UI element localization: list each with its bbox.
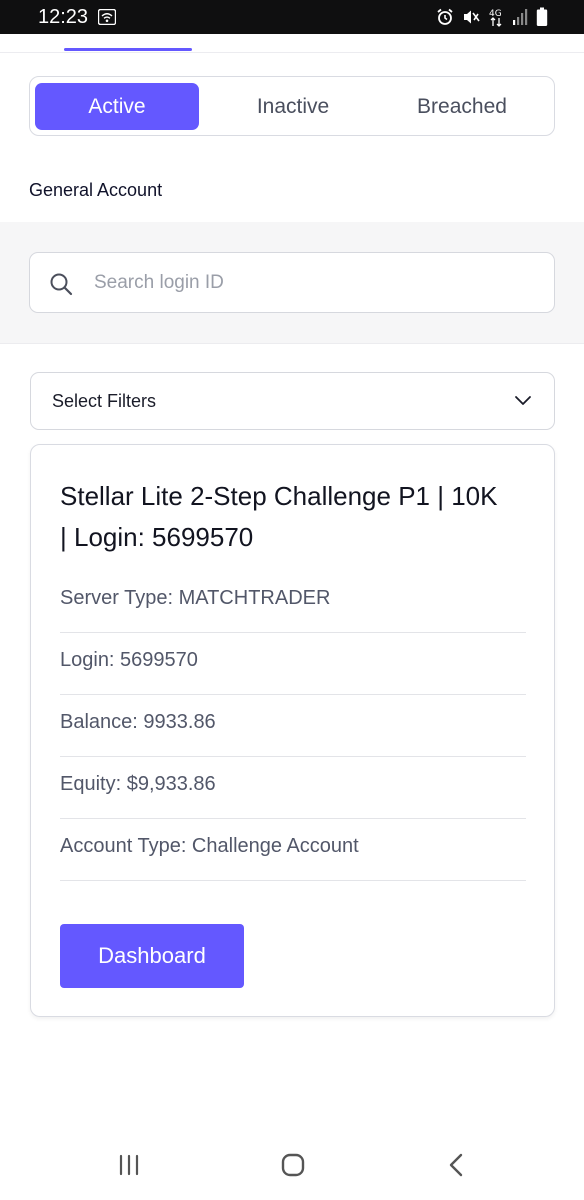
search-icon [50,273,73,296]
account-card: Stellar Lite 2-Step Challenge P1 | 10K |… [30,444,555,1017]
balance-row: Balance: 9933.86 [60,695,526,757]
recents-icon[interactable] [118,1154,140,1176]
network-type: 4G [489,9,502,19]
dashboard-button[interactable]: Dashboard [60,924,244,988]
account-type-row: Account Type: Challenge Account [60,819,526,881]
home-icon[interactable] [280,1152,306,1178]
equity-row: Equity: $9,933.86 [60,757,526,819]
alarm-icon [437,8,453,25]
account-status-tabs: Active Inactive Breached [29,76,555,136]
account-title: Stellar Lite 2-Step Challenge P1 | 10K |… [60,481,498,552]
wifi-calling-icon [98,9,116,25]
section-title: General Account [29,180,163,200]
status-time: 12:23 [38,6,89,28]
filter-label: Select Filters [52,391,157,411]
mobile-data-icon: 4G [489,9,502,27]
search-placeholder: Search login ID [94,272,224,293]
tab-inactive[interactable]: Inactive [211,83,375,130]
search-section: Search login ID [0,222,584,344]
search-input[interactable]: Search login ID [29,252,555,313]
server-type-row: Server Type: MATCHTRADER [60,571,526,633]
system-nav-bar [0,1132,584,1200]
tab-indicator [64,48,192,51]
status-bar: 12:23 4G [0,0,584,34]
chevron-down-icon [515,396,531,405]
top-tab-strip [0,34,584,53]
back-icon[interactable] [446,1152,466,1178]
filter-select[interactable]: Select Filters [30,372,555,430]
battery-icon [536,7,548,26]
tab-active[interactable]: Active [35,83,199,130]
mute-icon [464,10,480,24]
login-row: Login: 5699570 [60,633,526,695]
tab-breached[interactable]: Breached [380,83,544,130]
status-icons: 4G [436,7,548,27]
signal-icon [513,9,528,25]
